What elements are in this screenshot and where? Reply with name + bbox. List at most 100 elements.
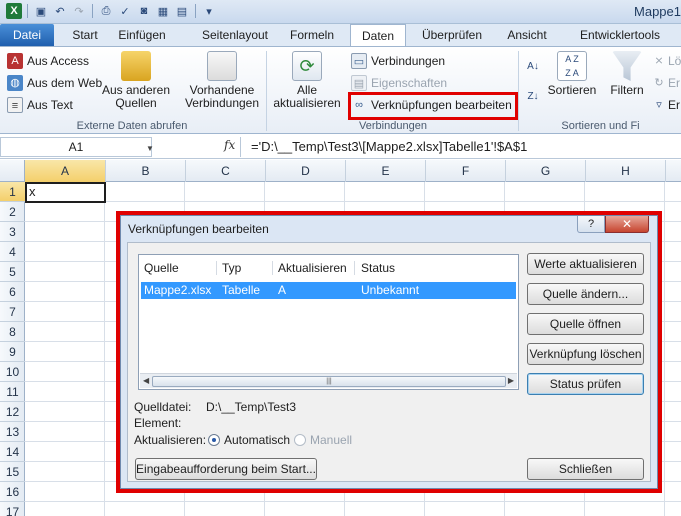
row-header[interactable]: 8 xyxy=(0,322,25,342)
undo-icon[interactable]: ↶ xyxy=(52,3,68,19)
tab-einfuegen[interactable]: Einfügen xyxy=(118,24,166,46)
existing-connections-button[interactable]: Vorhandene Verbindungen xyxy=(180,51,264,110)
scrollbar-thumb[interactable]: ||| xyxy=(152,376,506,387)
from-web-button[interactable]: ◍ Aus dem Web xyxy=(7,75,102,91)
table-icon[interactable]: ▦ xyxy=(155,3,171,19)
open-source-button[interactable]: Quelle öffnen xyxy=(527,313,644,335)
tab-datei[interactable]: Datei xyxy=(0,24,54,46)
clear-filter-icon: ⨯ xyxy=(654,55,664,67)
column-header[interactable]: D xyxy=(266,160,346,182)
help-icon[interactable]: ? xyxy=(577,216,605,233)
row-header[interactable]: 13 xyxy=(0,422,25,442)
existing-connections-icon xyxy=(207,51,237,81)
column-header[interactable]: E xyxy=(346,160,426,182)
tab-start[interactable]: Start xyxy=(62,24,108,46)
reapply-label: Er xyxy=(668,76,680,90)
clear-filter-button[interactable]: ⨯ Lö xyxy=(654,53,681,69)
reapply-button[interactable]: ↻ Er xyxy=(654,75,680,91)
customize-qat-icon[interactable]: ▾ xyxy=(201,3,217,19)
header-separator xyxy=(272,261,273,275)
row-header[interactable]: 12 xyxy=(0,402,25,422)
connections-button[interactable]: ▭ Verbindungen xyxy=(351,53,445,69)
tab-daten[interactable]: Daten xyxy=(350,24,406,46)
tab-ueberpruefen[interactable]: Überprüfen xyxy=(418,24,486,46)
row-header[interactable]: 3 xyxy=(0,222,25,242)
element-label: Element: xyxy=(134,416,182,430)
column-header[interactable]: B xyxy=(106,160,186,182)
scroll-right-icon[interactable]: ▶ xyxy=(508,376,514,385)
form-icon[interactable]: ▤ xyxy=(174,3,190,19)
from-access-button[interactable]: A Aus Access xyxy=(7,53,89,69)
formula-input[interactable]: ='D:\__Temp\Test3\[Mappe2.xlsx]Tabelle1'… xyxy=(240,137,681,157)
row-header[interactable]: 1 xyxy=(0,182,25,202)
row-header[interactable]: 7 xyxy=(0,302,25,322)
advanced-filter-button[interactable]: ▿ Er xyxy=(654,97,680,113)
properties-label: Eigenschaften xyxy=(371,76,448,90)
select-all-corner[interactable] xyxy=(0,160,25,182)
list-header-typ[interactable]: Typ xyxy=(222,259,241,277)
column-header[interactable]: F xyxy=(426,160,506,182)
properties-icon: ▤ xyxy=(351,75,367,91)
cell-typ: Tabelle xyxy=(222,283,261,297)
tab-ansicht[interactable]: Ansicht xyxy=(502,24,552,46)
funnel-icon xyxy=(612,51,642,81)
sort-za-button[interactable]: Z↓ xyxy=(525,89,541,105)
links-list[interactable]: Quelle Typ Aktualisieren Status Mappe2.x… xyxy=(138,254,519,390)
scroll-left-icon[interactable]: ◀ xyxy=(143,376,149,385)
column-header[interactable]: C xyxy=(186,160,266,182)
group-separator xyxy=(518,51,519,131)
row-header[interactable]: 5 xyxy=(0,262,25,282)
list-item[interactable]: Mappe2.xlsx Tabelle A Unbekannt xyxy=(141,282,516,299)
tab-entwicklertools[interactable]: Entwicklertools xyxy=(570,24,670,46)
formula-bar: A1 ▼ fx ='D:\__Temp\Test3\[Mappe2.xlsx]T… xyxy=(0,135,681,159)
change-source-button[interactable]: Quelle ändern... xyxy=(527,283,644,305)
spelling-icon[interactable]: ✓ xyxy=(117,3,133,19)
sort-az-button[interactable]: A↓ xyxy=(525,59,541,75)
from-other-sources-button[interactable]: Aus anderen Quellen xyxy=(100,51,172,110)
row-header[interactable]: 15 xyxy=(0,462,25,482)
list-header-quelle[interactable]: Quelle xyxy=(144,259,179,277)
name-box[interactable]: A1 xyxy=(0,137,152,157)
row-header[interactable]: 16 xyxy=(0,482,25,502)
column-header[interactable]: G xyxy=(506,160,586,182)
tab-formeln[interactable]: Formeln xyxy=(286,24,338,46)
filter-button[interactable]: Filtern xyxy=(604,51,650,97)
row-header[interactable]: 2 xyxy=(0,202,25,222)
radio-automatic[interactable]: Automatisch xyxy=(208,433,290,447)
refresh-all-button[interactable]: ⟳ Alle aktualisieren xyxy=(270,51,344,110)
list-header-status[interactable]: Status xyxy=(361,259,395,277)
radio-manual[interactable]: Manuell xyxy=(294,433,352,447)
insert-function-icon[interactable]: fx xyxy=(224,138,235,152)
name-box-dropdown-icon[interactable]: ▼ xyxy=(146,144,154,153)
update-values-button[interactable]: Werte aktualisieren xyxy=(527,253,644,275)
row-header[interactable]: 4 xyxy=(0,242,25,262)
active-cell-a1[interactable]: x xyxy=(25,182,106,203)
tab-seitenlayout[interactable]: Seitenlayout xyxy=(196,24,274,46)
save-icon[interactable]: ▣ xyxy=(33,3,49,19)
break-link-button[interactable]: Verknüpfung löschen xyxy=(527,343,644,365)
row-header[interactable]: 10 xyxy=(0,362,25,382)
sort-button[interactable]: A ZZ A Sortieren xyxy=(544,51,600,97)
column-header[interactable]: A xyxy=(25,160,106,182)
close-icon[interactable]: ✕ xyxy=(605,216,649,233)
close-button[interactable]: Schließen xyxy=(527,458,644,480)
properties-button[interactable]: ▤ Eigenschaften xyxy=(351,75,447,91)
column-header[interactable]: H xyxy=(586,160,666,182)
row-header[interactable]: 6 xyxy=(0,282,25,302)
list-header-aktualisieren[interactable]: Aktualisieren xyxy=(278,259,347,277)
row-header[interactable]: 14 xyxy=(0,442,25,462)
check-status-button[interactable]: Status prüfen xyxy=(527,373,644,395)
row-header[interactable]: 17 xyxy=(0,502,25,516)
horizontal-scrollbar[interactable]: ◀ ||| ▶ xyxy=(140,373,517,388)
existing-connections-label: Vorhandene Verbindungen xyxy=(184,83,260,110)
print-preview-icon[interactable]: ⎙ xyxy=(98,3,114,19)
startup-prompt-button[interactable]: Eingabeaufforderung beim Start... xyxy=(135,458,317,480)
radio-manual-label: Manuell xyxy=(310,433,353,447)
refresh-all-label: Alle aktualisieren xyxy=(273,83,341,110)
camera-icon[interactable]: ◙ xyxy=(136,3,152,19)
redo-icon[interactable]: ↷ xyxy=(71,3,87,19)
row-header[interactable]: 11 xyxy=(0,382,25,402)
clear-filter-label: Lö xyxy=(668,54,681,68)
from-text-button[interactable]: ≡ Aus Text xyxy=(7,97,73,113)
row-header[interactable]: 9 xyxy=(0,342,25,362)
